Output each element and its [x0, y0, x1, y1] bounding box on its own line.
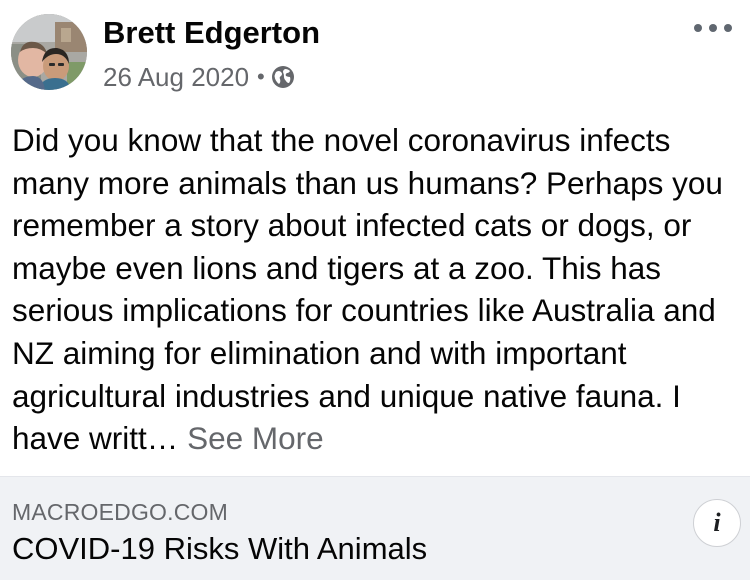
post-meta: 26 Aug 2020 • — [103, 60, 295, 94]
post-header: Brett Edgerton 26 Aug 2020 • — [0, 0, 750, 110]
see-more-link[interactable]: See More — [178, 420, 324, 456]
avatar-photo — [11, 14, 87, 90]
link-title[interactable]: COVID-19 Risks With Animals — [12, 529, 427, 569]
info-glyph: i — [713, 508, 721, 537]
avatar[interactable] — [11, 14, 87, 90]
info-icon[interactable]: i — [693, 499, 741, 547]
globe-icon[interactable] — [271, 65, 295, 89]
more-options-dot — [724, 24, 732, 32]
more-options-icon[interactable] — [694, 16, 732, 40]
more-options-dot — [694, 24, 702, 32]
author-name[interactable]: Brett Edgerton — [103, 14, 320, 52]
more-options-dot — [709, 24, 717, 32]
post-body: Did you know that the novel coronavirus … — [12, 122, 723, 457]
meta-separator: • — [257, 64, 265, 89]
link-domain: MACROEDGO.COM — [12, 499, 228, 525]
link-preview-card[interactable]: MACROEDGO.COM COVID-19 Risks With Animal… — [0, 476, 750, 580]
post-date[interactable]: 26 Aug 2020 — [103, 60, 249, 94]
post-text: Did you know that the novel coronavirus … — [12, 119, 742, 460]
